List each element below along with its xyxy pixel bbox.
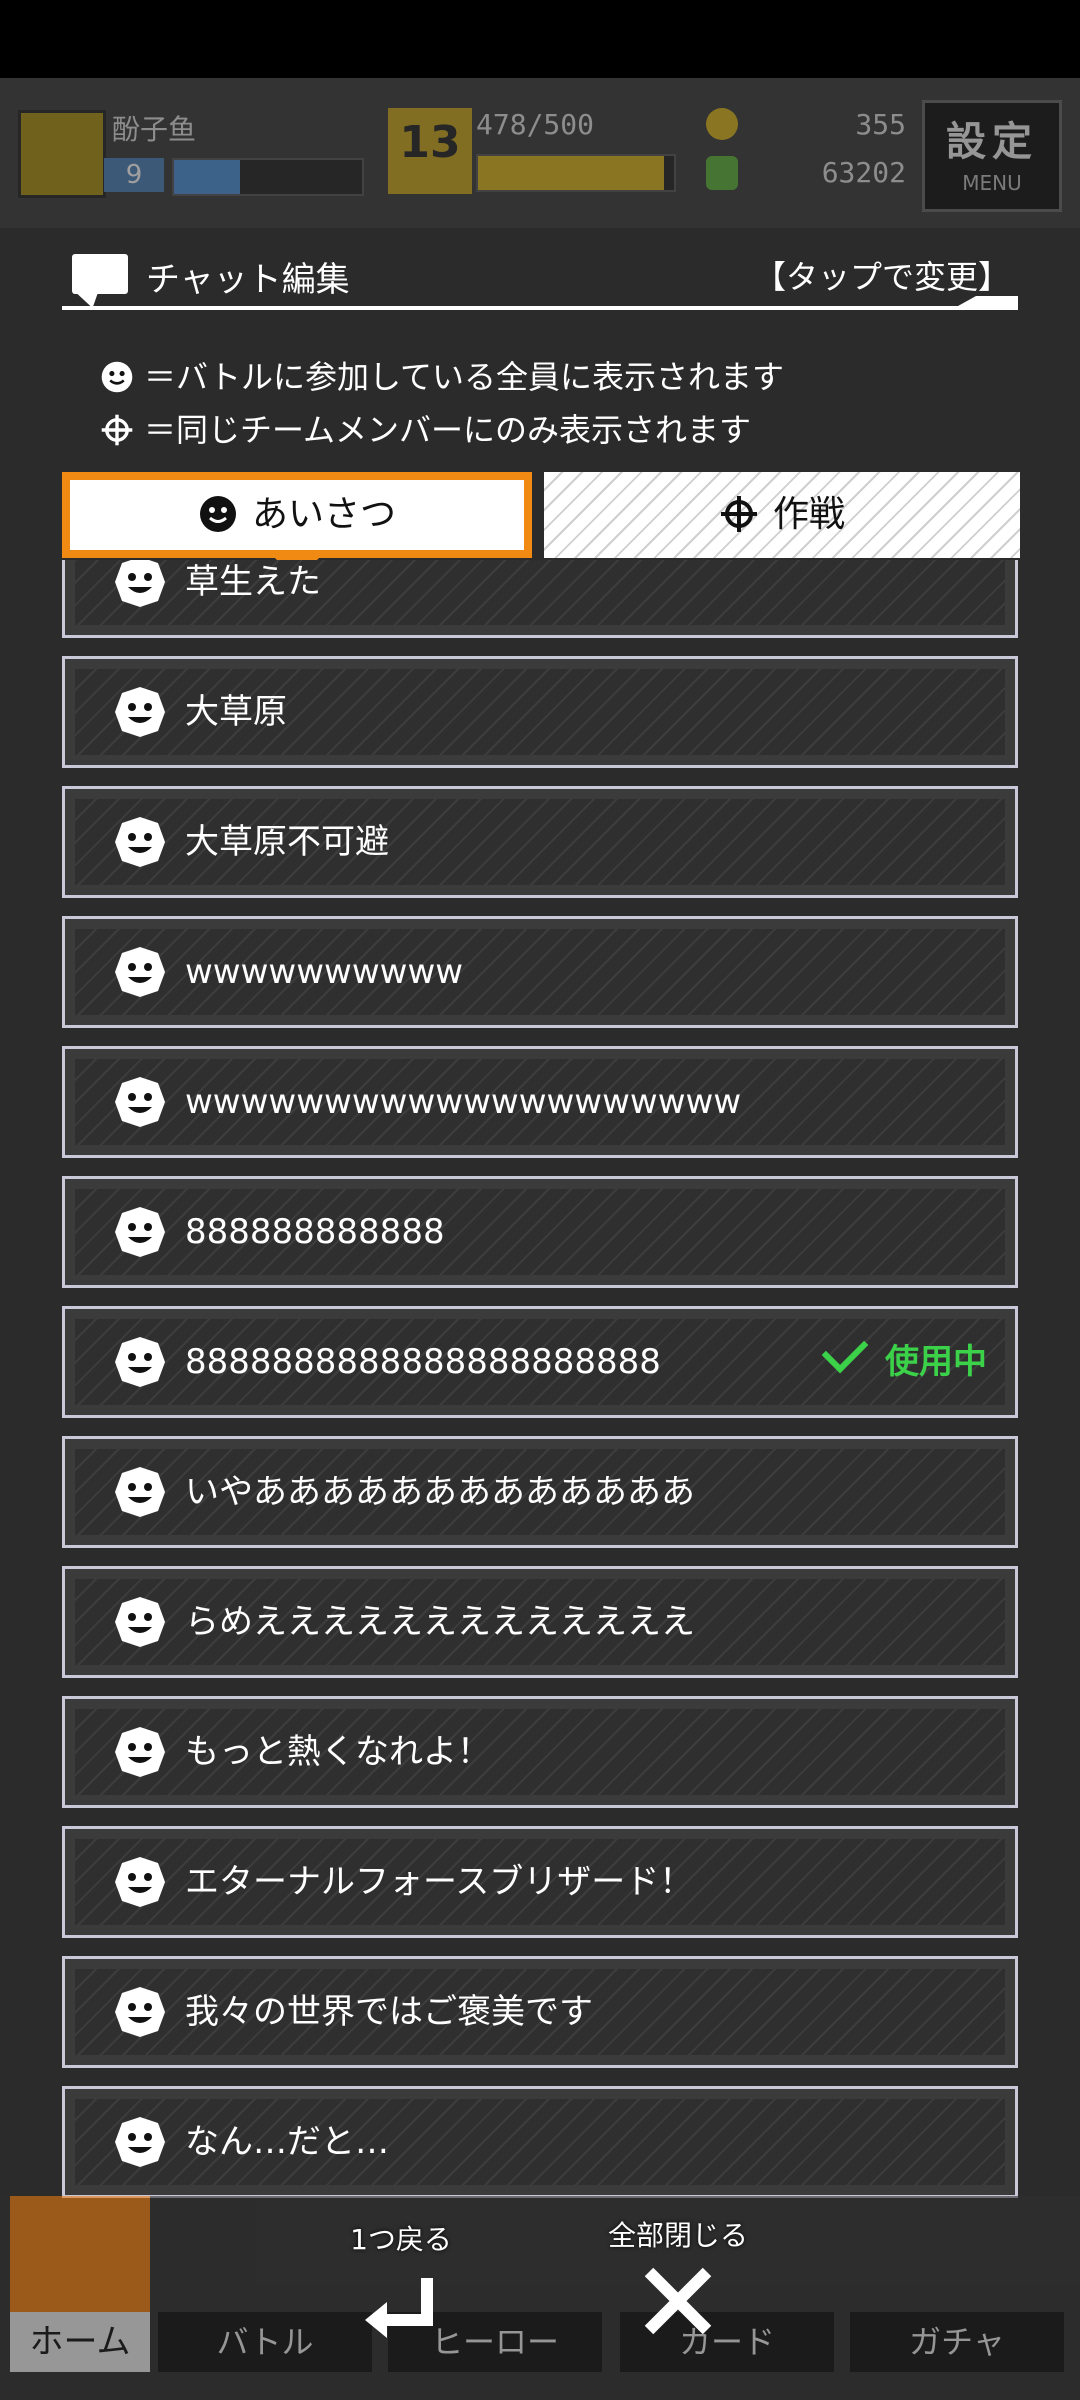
chat-message-body: もっと熱くなれよ！: [75, 1709, 1005, 1795]
chat-message-item[interactable]: らめえええええええええええええ: [62, 1566, 1018, 1678]
face-icon: [113, 1075, 167, 1129]
level-badge: 9: [104, 158, 164, 192]
face-icon: [113, 560, 167, 609]
crosshair-icon: [720, 496, 757, 532]
can-count: 63202: [821, 156, 906, 189]
chat-message-item[interactable]: 大草原: [62, 656, 1018, 768]
chat-message-body: なん…だと…: [75, 2099, 1005, 2185]
chat-message-text: いやあああああああああああああ: [185, 1472, 695, 1512]
chat-message-body: いやあああああああああああああ: [75, 1449, 1005, 1535]
tab-greeting-label: あいさつ: [251, 494, 396, 535]
chat-message-item[interactable]: 草生えた: [62, 560, 1018, 638]
chat-message-list[interactable]: 草生えた 大草原 大草原不可避 wwwwwwwwww wwwwwwwwwwwwwwwww…: [62, 560, 1018, 2200]
chat-message-item[interactable]: なん…だと…: [62, 2086, 1018, 2198]
chat-message-body: 8888888888888888888888 使用中: [75, 1319, 1005, 1405]
chat-message-body: 大草原不可避: [75, 799, 1005, 885]
chat-message-text: もっと熱くなれよ！: [185, 1732, 491, 1772]
legend-team-text: ＝同じチームメンバーにのみ表示されます: [144, 411, 752, 449]
page-title: チャット編集: [146, 260, 350, 300]
close-icon: [644, 2267, 712, 2335]
legend-all-text: ＝バトルに参加している全員に表示されます: [144, 358, 785, 396]
face-icon: [113, 1465, 167, 1519]
chat-message-text: wwwwwwwwww: [185, 952, 464, 992]
tap-hint: 【タップで変更】: [753, 258, 1010, 296]
face-icon: [113, 945, 167, 999]
crosshair-icon: [101, 414, 133, 446]
close-all-button[interactable]: 全部閉じる: [598, 2214, 758, 2338]
chat-bubble-icon: [72, 254, 128, 294]
face-icon: [113, 1725, 167, 1779]
back-label: 1つ戻る: [350, 2223, 452, 2256]
face-icon: [113, 2115, 167, 2169]
face-icon: [113, 1205, 167, 1259]
check-icon: [821, 1326, 869, 1374]
tab-greeting[interactable]: あいさつ: [62, 472, 532, 580]
exp-text: 478/500: [476, 108, 595, 141]
chat-message-item[interactable]: エターナルフォースブリザード！: [62, 1826, 1018, 1938]
coin-count: 355: [855, 108, 906, 141]
chat-message-text: 大草原不可避: [185, 822, 389, 862]
chat-message-text: なん…だと…: [185, 2122, 389, 2162]
tab-strategy-label: 作戦: [772, 494, 845, 535]
tab-strategy[interactable]: 作戦: [544, 472, 1020, 558]
face-icon: [101, 361, 133, 393]
menu-button[interactable]: 設定 MENU: [922, 100, 1062, 212]
rank-badge: 13: [388, 108, 472, 194]
chat-edit-header: チャット編集 【タップで変更】: [62, 250, 1018, 310]
chat-message-item[interactable]: もっと熱くなれよ！: [62, 1696, 1018, 1808]
face-icon: [113, 1855, 167, 1909]
chat-message-text: 草生えた: [185, 562, 321, 602]
chat-message-item[interactable]: 888888888888: [62, 1176, 1018, 1288]
face-icon: [113, 1335, 167, 1389]
chat-message-item[interactable]: wwwwwwwwwwwwwwwwwwww: [62, 1046, 1018, 1158]
exp-progress: [476, 154, 676, 192]
chat-message-body: 我々の世界ではご褒美です: [75, 1969, 1005, 2055]
legend-all: ＝バトルに参加している全員に表示されます: [100, 352, 1000, 398]
nav-gacha[interactable]: ガチャ: [850, 2312, 1064, 2372]
return-arrow-icon: [365, 2278, 433, 2338]
chat-message-text: 8888888888888888888888: [185, 1342, 661, 1382]
chat-message-item[interactable]: 我々の世界ではご褒美です: [62, 1956, 1018, 2068]
face-icon: [113, 815, 167, 869]
player-bar: 酚子鱼 9 13 478/500 355 63202 設定 MENU: [0, 78, 1080, 228]
chat-message-item[interactable]: 8888888888888888888888 使用中: [62, 1306, 1018, 1418]
legend-team: ＝同じチームメンバーにのみ表示されます: [100, 405, 1000, 451]
face-icon: [113, 1595, 167, 1649]
status-bar: [0, 0, 1080, 78]
chat-message-body: 888888888888: [75, 1189, 1005, 1275]
bottom-nav: ホーム バトル ヒーロー カード ガチャ: [0, 2196, 1080, 2400]
header-divider: [62, 306, 1018, 310]
chat-message-item[interactable]: いやあああああああああああああ: [62, 1436, 1018, 1548]
chat-message-text: 我々の世界ではご褒美です: [185, 1992, 593, 2032]
chat-message-text: 888888888888: [185, 1212, 445, 1252]
level-progress: [172, 158, 364, 196]
nav-home[interactable]: ホーム: [10, 2312, 150, 2372]
face-icon: [199, 496, 236, 532]
chat-message-text: らめえええええええええええええ: [185, 1602, 695, 1642]
chat-message-body: wwwwwwwwww: [75, 929, 1005, 1015]
chat-message-body: 草生えた: [75, 560, 1005, 625]
chat-message-body: 大草原: [75, 669, 1005, 755]
close-all-label: 全部閉じる: [607, 2219, 748, 2252]
chat-message-body: エターナルフォースブリザード！: [75, 1839, 1005, 1925]
chat-message-text: エターナルフォースブリザード！: [185, 1862, 694, 1902]
chat-message-item[interactable]: wwwwwwwwww: [62, 916, 1018, 1028]
in-use-badge: 使用中: [821, 1319, 987, 1405]
chat-message-body: wwwwwwwwwwwwwwwwwwww: [75, 1059, 1005, 1145]
back-button[interactable]: 1つ戻る: [336, 2218, 466, 2338]
chat-message-text: 大草原: [185, 692, 287, 732]
player-name: 酚子鱼: [112, 113, 197, 146]
chat-message-body: らめえええええええええええええ: [75, 1579, 1005, 1665]
avatar: [18, 110, 106, 198]
in-use-label: 使用中: [885, 1342, 987, 1382]
chat-message-item[interactable]: 大草原不可避: [62, 786, 1018, 898]
chat-message-text: wwwwwwwwwwwwwwwwwwww: [185, 1082, 742, 1122]
face-icon: [113, 685, 167, 739]
face-icon: [113, 1985, 167, 2039]
